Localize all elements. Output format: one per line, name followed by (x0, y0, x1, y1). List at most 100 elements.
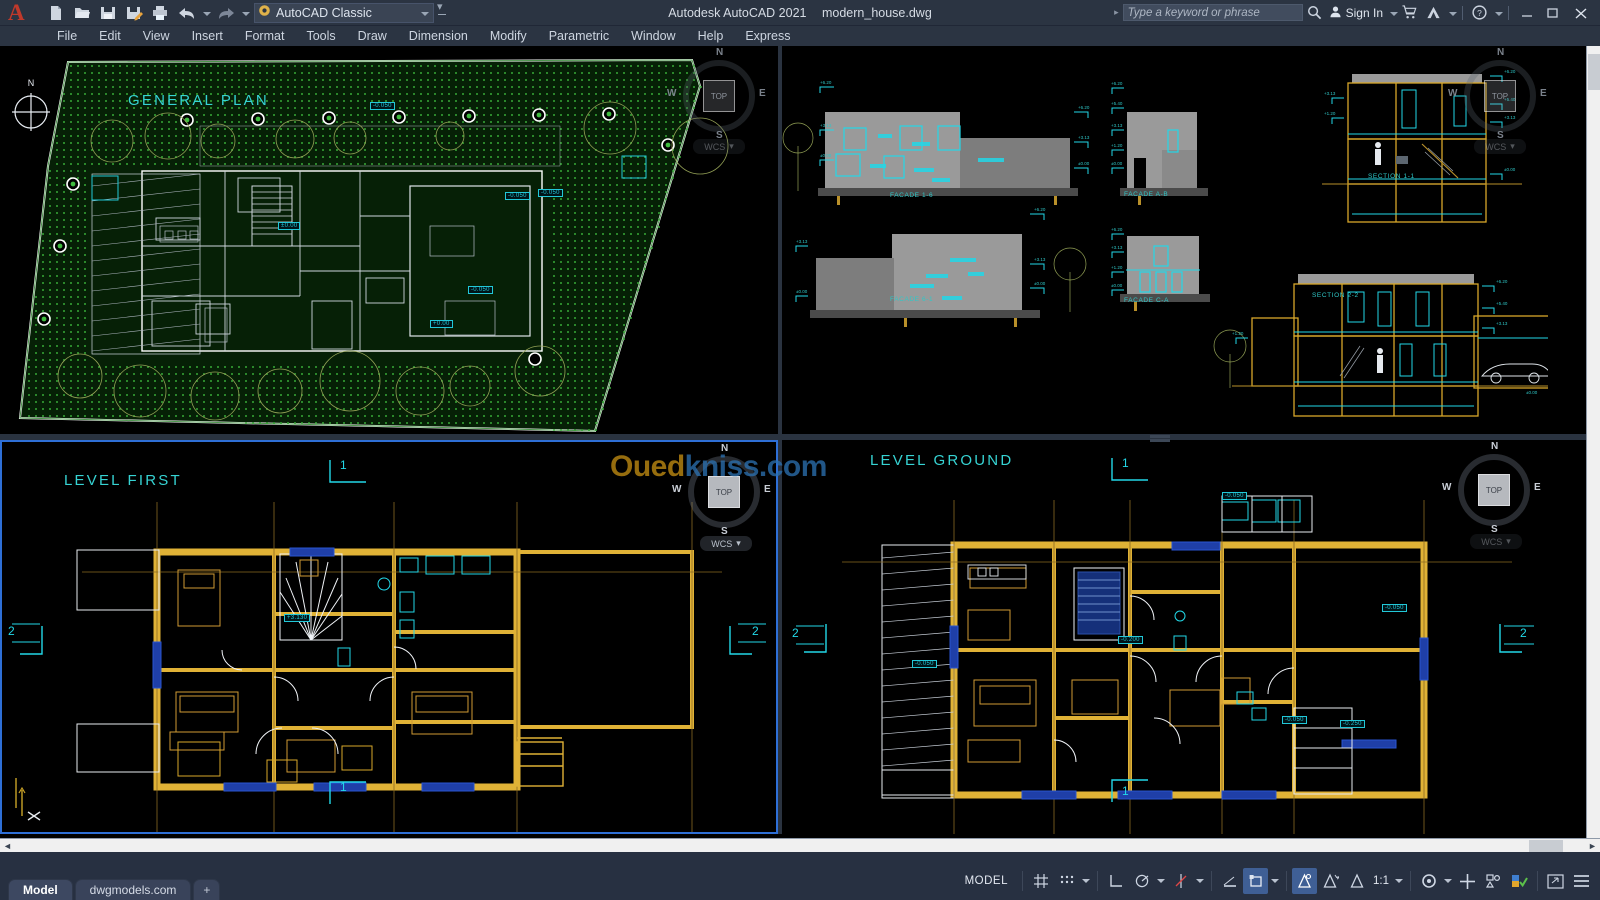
vertical-scrollbar-thumb[interactable] (1588, 54, 1600, 90)
scroll-right-icon[interactable]: ► (1585, 839, 1600, 853)
viewcube-east[interactable]: E (1540, 88, 1547, 99)
minimize-button[interactable] (1514, 0, 1540, 26)
scroll-left-icon[interactable]: ◄ (0, 839, 15, 853)
viewport-general-plan[interactable]: GENERAL PLAN N -0.050 -0.050 -0.050 ±0.0… (0, 46, 778, 436)
viewport-level-ground[interactable]: LEVEL GROUND -0.050 -0.050 -0.200 -0.050… (782, 440, 1548, 834)
cart-icon[interactable] (1398, 0, 1422, 26)
viewcube-facades[interactable]: TOP N S W E (1464, 60, 1536, 132)
save-icon[interactable] (96, 2, 120, 24)
customization-crosshair-icon[interactable] (1455, 868, 1480, 894)
open-file-icon[interactable] (70, 2, 94, 24)
wcs-selector[interactable]: WCS ▾ (1470, 534, 1522, 549)
viewcube-north[interactable]: N (1491, 441, 1498, 452)
hardware-acceleration-icon[interactable] (1507, 868, 1532, 894)
snap-dropdown-icon[interactable] (1080, 868, 1092, 894)
viewcube-top-face[interactable]: TOP (708, 476, 740, 508)
menu-help[interactable]: Help (687, 26, 735, 46)
tab-model[interactable]: Model (8, 879, 73, 900)
menu-draw[interactable]: Draw (347, 26, 398, 46)
vertical-scrollbar[interactable]: ▼ (1586, 46, 1600, 852)
menu-insert[interactable]: Insert (181, 26, 234, 46)
transparency-icon[interactable] (1292, 868, 1317, 894)
clean-screen-icon[interactable] (1543, 868, 1568, 894)
osnap-dropdown-icon[interactable] (1269, 868, 1281, 894)
viewcube-level-first[interactable]: TOP N S W E (688, 456, 760, 528)
viewcube-west[interactable]: W (672, 484, 681, 495)
horizontal-scrollbar[interactable]: ◄ ► (0, 838, 1600, 852)
menu-window[interactable]: Window (620, 26, 686, 46)
annotation-scale-label[interactable]: 1:1 (1370, 875, 1392, 887)
menu-view[interactable]: View (132, 26, 181, 46)
close-button[interactable] (1566, 0, 1596, 26)
wcs-selector[interactable]: WCS ▾ (693, 139, 745, 154)
object-snap-tracking-icon[interactable] (1168, 868, 1193, 894)
viewport-splitter-vertical-bottom[interactable] (778, 440, 782, 834)
sign-in-dropdown-icon[interactable] (1387, 2, 1398, 24)
viewcube-north[interactable]: N (721, 443, 728, 454)
menu-parametric[interactable]: Parametric (538, 26, 620, 46)
wcs-selector[interactable]: WCS ▾ (700, 536, 752, 551)
customization-menu-icon[interactable] (1569, 868, 1594, 894)
selection-cycling-icon[interactable] (1318, 868, 1343, 894)
tab-dwgmodels[interactable]: dwgmodels.com (75, 879, 192, 900)
plot-icon[interactable] (148, 2, 172, 24)
menu-file[interactable]: File (46, 26, 88, 46)
search-icon[interactable] (1303, 0, 1327, 26)
workspace-dropdown-icon[interactable] (1442, 868, 1454, 894)
menu-dimension[interactable]: Dimension (398, 26, 479, 46)
isolate-objects-icon[interactable] (1481, 868, 1506, 894)
model-space-button[interactable]: MODEL (956, 875, 1017, 887)
viewport-level-first[interactable]: LEVEL FIRST +3.130 1 1 2 2 TOP N S W E W… (0, 440, 778, 834)
viewcube-west[interactable]: W (1448, 88, 1457, 99)
help-icon[interactable]: ? (1468, 0, 1492, 26)
workspace-switching-icon[interactable] (1416, 868, 1441, 894)
workspace-dropdown-icon[interactable] (418, 2, 429, 24)
splitter-grip[interactable] (1150, 435, 1170, 438)
search-expand-icon[interactable]: ▸ (1114, 7, 1119, 18)
maximize-button[interactable] (1540, 0, 1566, 26)
object-snap-icon[interactable] (1243, 868, 1268, 894)
viewcube-general-plan[interactable]: TOP N S W E (683, 60, 755, 132)
redo-dropdown-icon[interactable] (239, 2, 250, 24)
autodesk-app-dropdown-icon[interactable] (1446, 2, 1457, 24)
snap-mode-icon[interactable] (1054, 868, 1079, 894)
viewcube-east[interactable]: E (764, 484, 771, 495)
autodesk-app-icon[interactable] (1422, 0, 1446, 26)
viewcube-top-face[interactable]: TOP (703, 80, 735, 112)
save-as-icon[interactable] (122, 2, 146, 24)
splitter-grip[interactable] (1150, 439, 1170, 442)
osnap-tracking-dropdown-icon[interactable] (1194, 868, 1206, 894)
viewcube-west[interactable]: W (667, 88, 676, 99)
grid-display-icon[interactable] (1028, 868, 1053, 894)
viewcube-north[interactable]: N (716, 47, 723, 58)
annotation-scale-dropdown-icon[interactable] (1393, 868, 1405, 894)
qat-customize-icon[interactable] (434, 2, 450, 24)
viewcube-west[interactable]: W (1442, 482, 1451, 493)
viewport-facades-sections[interactable]: +6.20+3.13±0.00 +6.20+3.13±0.00 (782, 46, 1548, 436)
help-dropdown-icon[interactable] (1492, 2, 1503, 24)
viewcube-east[interactable]: E (1534, 482, 1541, 493)
autocad-a-logo[interactable]: A (0, 0, 38, 26)
undo-icon[interactable] (174, 2, 198, 24)
menu-express[interactable]: Express (734, 26, 801, 46)
viewcube-north[interactable]: N (1497, 47, 1504, 58)
viewcube-top-face[interactable]: TOP (1484, 80, 1516, 112)
horizontal-scrollbar-track[interactable] (15, 839, 1585, 853)
menu-modify[interactable]: Modify (479, 26, 538, 46)
undo-dropdown-icon[interactable] (200, 2, 211, 24)
add-layout-tab[interactable]: + (193, 879, 220, 900)
viewport-splitter-horizontal[interactable] (0, 434, 1600, 440)
workspace-selector[interactable]: AutoCAD Classic (254, 3, 434, 23)
viewcube-east[interactable]: E (759, 88, 766, 99)
horizontal-scrollbar-thumb[interactable] (1529, 840, 1563, 852)
wcs-selector[interactable]: WCS ▾ (1474, 139, 1526, 154)
drawing-canvas[interactable]: GENERAL PLAN N -0.050 -0.050 -0.050 ±0.0… (0, 46, 1600, 846)
menu-edit[interactable]: Edit (88, 26, 132, 46)
menu-format[interactable]: Format (234, 26, 296, 46)
annotation-visibility-icon[interactable] (1344, 868, 1369, 894)
sign-in-button[interactable]: Sign In (1329, 5, 1383, 21)
search-input[interactable] (1123, 4, 1303, 21)
viewport-splitter-vertical-top[interactable] (778, 46, 782, 436)
menu-tools[interactable]: Tools (295, 26, 346, 46)
ortho-mode-icon[interactable] (1103, 868, 1128, 894)
